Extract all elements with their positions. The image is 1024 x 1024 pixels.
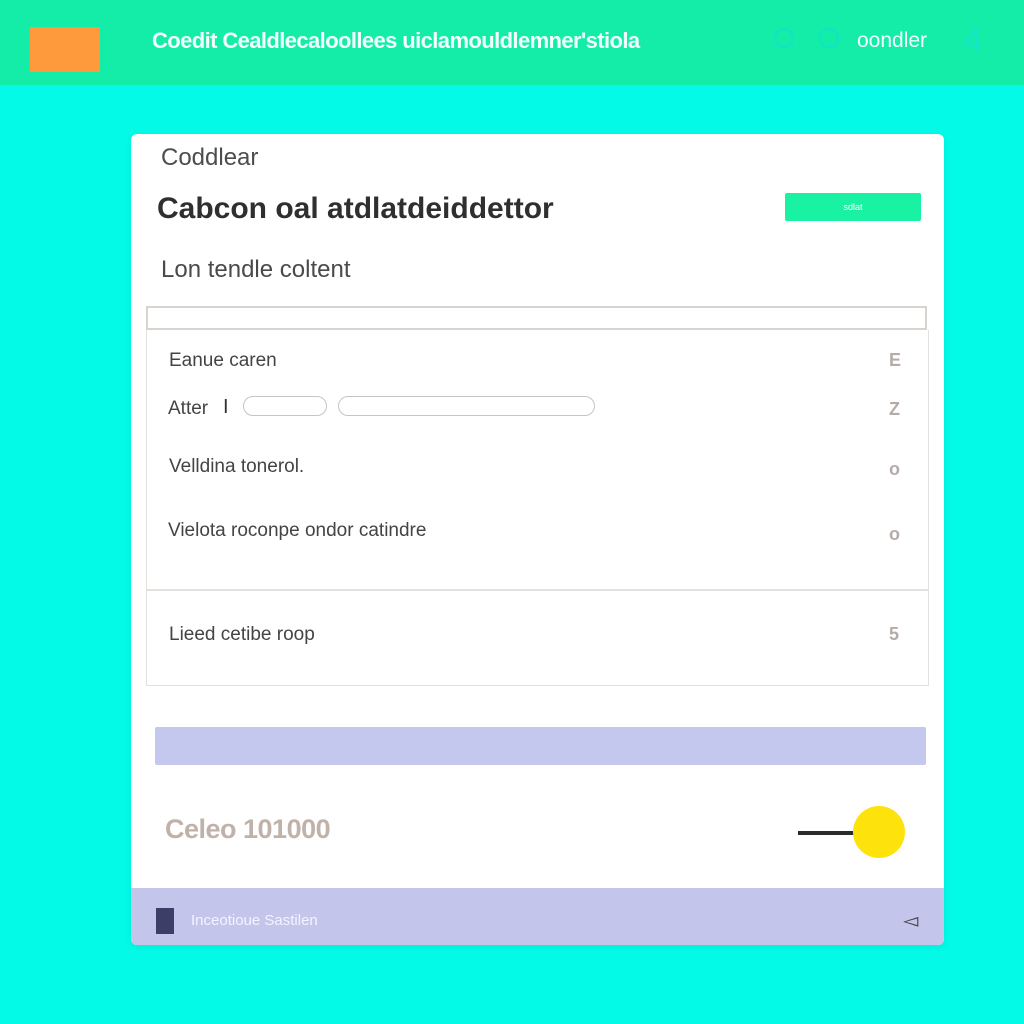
- toggle-track[interactable]: [798, 831, 856, 835]
- list-item-label: Eanue caren: [169, 350, 277, 371]
- top-bar: Coedit Cealdlecaloollees uiclamouldlemne…: [0, 0, 1024, 85]
- list-item-num: Z: [889, 399, 900, 419]
- short-input[interactable]: [243, 396, 327, 416]
- list-item-num: E: [889, 350, 902, 370]
- subtitle: Lon tendle coltent: [161, 256, 351, 283]
- footer-bar: Inceotioue Sastilen ◅: [131, 888, 944, 945]
- primary-button[interactable]: sdlat: [785, 193, 921, 221]
- toggle-knob[interactable]: [853, 806, 905, 858]
- speaker-icon[interactable]: ◅: [903, 908, 918, 933]
- badge-count: 4: [964, 22, 982, 58]
- list-item-label: Atter: [168, 398, 209, 419]
- main-card: Coddlear Cabcon oal atdlatdeiddettor sdl…: [131, 134, 944, 945]
- list-item-num: o: [889, 524, 900, 544]
- list-item-label: Velldina tonerol.: [169, 456, 305, 477]
- order-link[interactable]: oondler: [857, 29, 927, 53]
- circle-icon[interactable]: [819, 28, 839, 48]
- search-input[interactable]: [146, 306, 927, 330]
- eyebrow-label: Coddlear: [161, 144, 259, 171]
- total-label: Celeo 101000: [165, 814, 331, 844]
- long-input[interactable]: [338, 396, 595, 416]
- app-title: Coedit Cealdlecaloollees uiclamouldlemne…: [152, 28, 640, 53]
- document-icon: [156, 908, 174, 934]
- group-label: Lieed cetibe roop: [169, 624, 315, 645]
- progress-bar: [155, 727, 926, 765]
- group-num: 5: [889, 624, 900, 644]
- list-item-num: o: [889, 459, 900, 479]
- page-title: Cabcon oal atdlatdeiddettor: [157, 192, 554, 225]
- logo-block[interactable]: [30, 27, 100, 72]
- circle-icon[interactable]: [774, 28, 794, 48]
- footer-label: Inceotioue Sastilen: [191, 912, 318, 929]
- list-item-label: Vielota roconpe ondor catindre: [168, 520, 427, 541]
- text-cursor-icon: I: [223, 396, 229, 418]
